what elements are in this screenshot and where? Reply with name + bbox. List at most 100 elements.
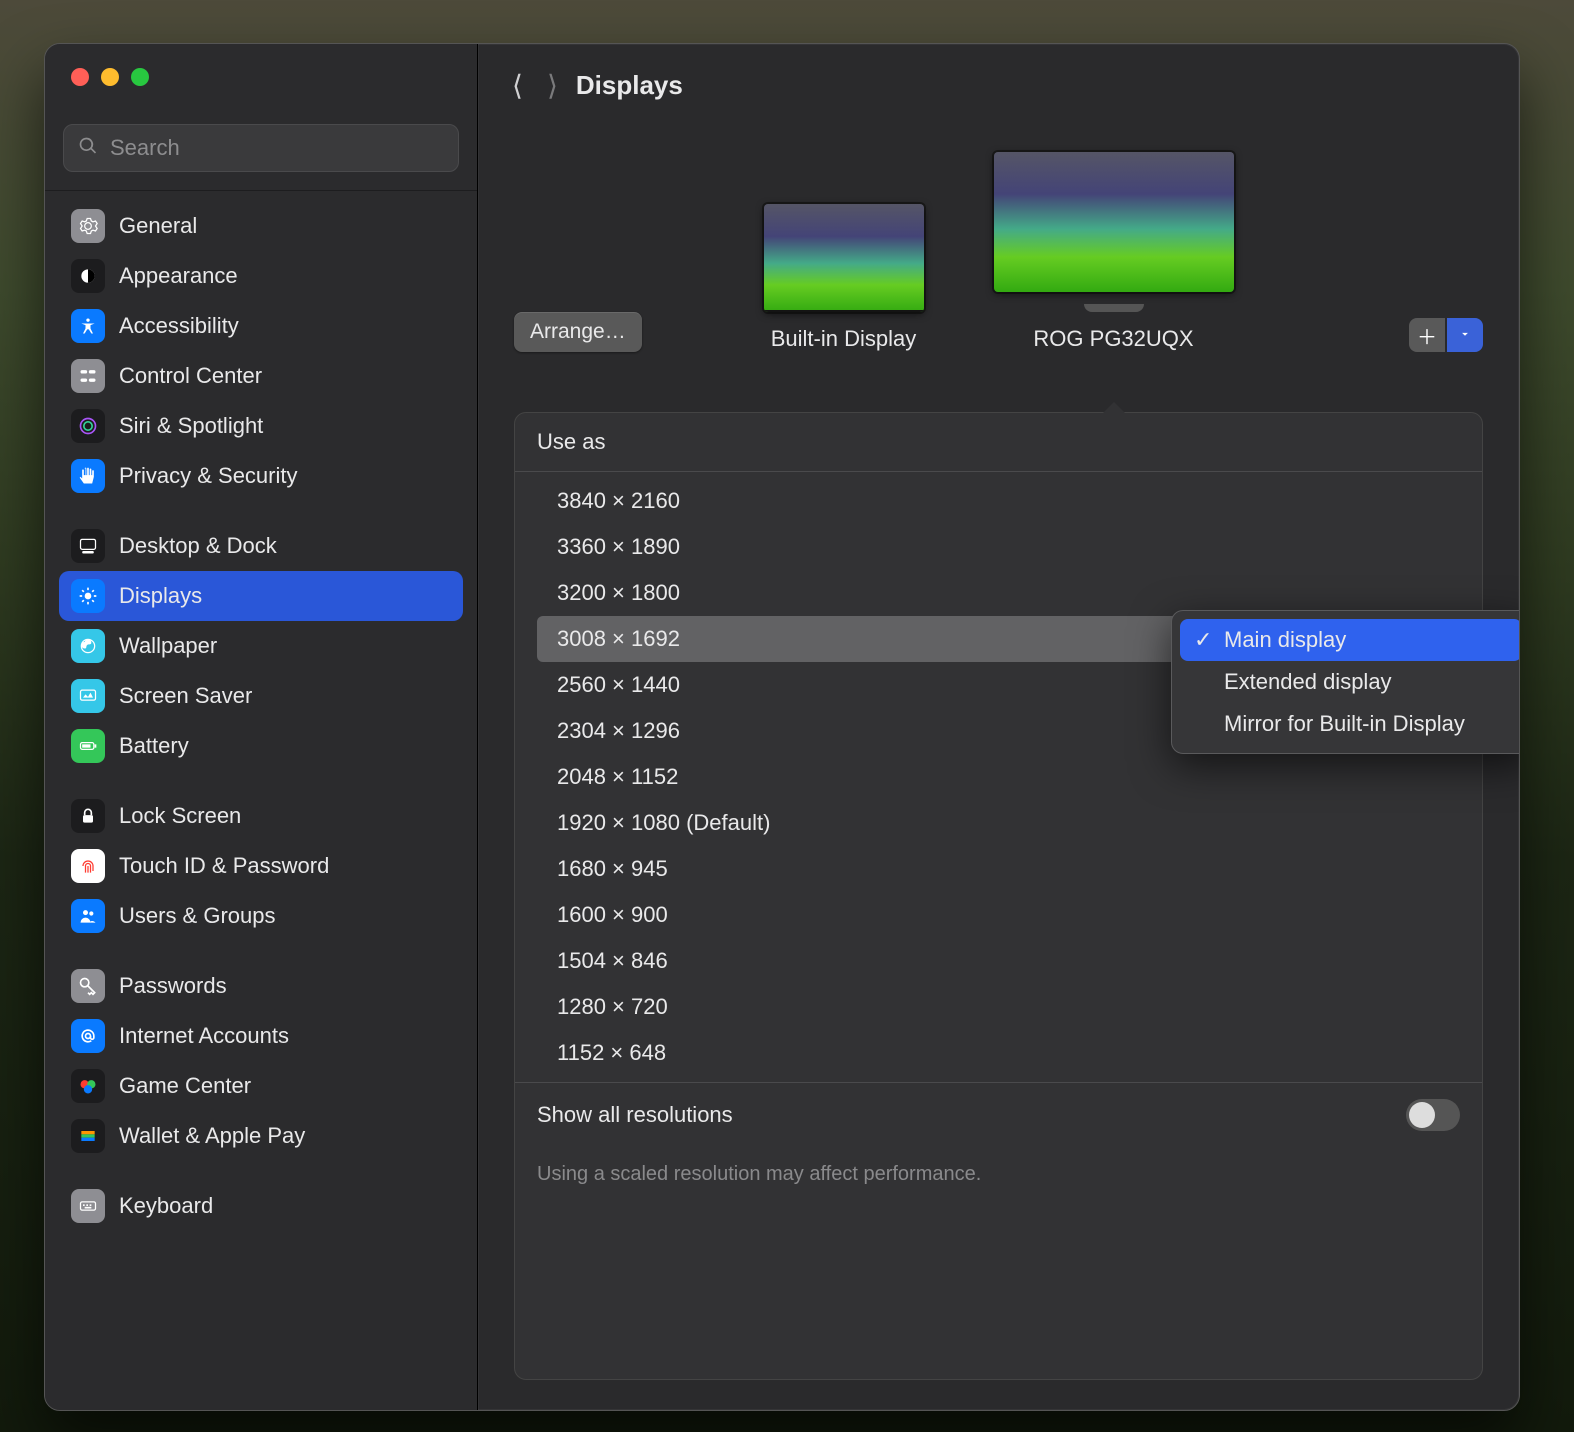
sidebar-item-label: Desktop & Dock [119,533,277,559]
sidebar-item-control-center[interactable]: Control Center [59,351,463,401]
sidebar-item-label: Passwords [119,973,227,999]
use-as-label: Use as [537,429,605,455]
resolution-option[interactable]: 1152 × 648 [537,1030,1460,1076]
system-settings-window: General Appearance Accessibility Control Ce… [44,43,1520,1411]
sidebar-item-battery[interactable]: Battery [59,721,463,771]
resolution-list: 3840 × 21603360 × 18903200 × 18003008 × … [515,472,1482,1082]
chevron-down-icon [1458,324,1472,347]
use-as-menu: ✓ Main display Extended display Mirror for … [1171,610,1519,754]
minimize-button[interactable] [101,68,119,86]
sidebar-item-general[interactable]: General [59,201,463,251]
sidebar-item-passwords[interactable]: Passwords [59,961,463,1011]
content-inner: Arrange… Built-in Display ROG PG32UQX ＋ [478,122,1519,1410]
add-display-menu-button[interactable] [1447,318,1483,352]
forward-button[interactable]: ⟩ [547,69,558,102]
sidebar-item-label: Lock Screen [119,803,241,829]
back-button[interactable]: ⟨ [512,69,523,102]
sidebar-item-touch-id-password[interactable]: Touch ID & Password [59,841,463,891]
sidebar-item-displays[interactable]: Displays [59,571,463,621]
sidebar-item-appearance[interactable]: Appearance [59,251,463,301]
sidebar-item-screen-saver[interactable]: Screen Saver [59,671,463,721]
check-icon: ✓ [1194,627,1214,653]
close-button[interactable] [71,68,89,86]
resolution-option[interactable]: 1920 × 1080 (Default) [537,800,1460,846]
display-settings-panel: Use as 3840 × 21603360 × 18903200 × 1800… [514,412,1483,1380]
resolution-option[interactable]: 2048 × 1152 [537,754,1460,800]
use-as-option-label: Mirror for Built-in Display [1224,711,1465,737]
sidebar-item-siri-spotlight[interactable]: Siri & Spotlight [59,401,463,451]
screensaver-icon [71,679,105,713]
search-icon [78,136,98,161]
sidebar-item-users-groups[interactable]: Users & Groups [59,891,463,941]
sidebar-item-accessibility[interactable]: Accessibility [59,301,463,351]
sidebar-item-label: Wallet & Apple Pay [119,1123,305,1149]
display-label: Built-in Display [771,326,917,352]
search-wrap [45,104,477,191]
sidebar-item-label: Wallpaper [119,633,217,659]
sidebar-item-lock-screen[interactable]: Lock Screen [59,791,463,841]
display-pair: Built-in Display ROG PG32UQX [514,152,1483,352]
sidebar-item-label: Touch ID & Password [119,853,329,879]
battery-icon [71,729,105,763]
display-label: ROG PG32UQX [1033,326,1193,352]
gear-icon [71,209,105,243]
monitor-icon [994,152,1234,292]
add-display-button[interactable]: ＋ [1409,318,1445,352]
sidebar-item-label: Battery [119,733,189,759]
sidebar-item-desktop-dock[interactable]: Desktop & Dock [59,521,463,571]
use-as-option-label: Main display [1224,627,1346,653]
resolution-option[interactable]: 1600 × 900 [537,892,1460,938]
sidebar-item-label: Game Center [119,1073,251,1099]
hand-icon [71,459,105,493]
sidebar-item-label: Users & Groups [119,903,276,929]
sidebar-item-internet-accounts[interactable]: Internet Accounts [59,1011,463,1061]
users-icon [71,899,105,933]
use-as-row[interactable]: Use as [515,413,1482,472]
arrange-button[interactable]: Arrange… [514,312,642,352]
sidebar-item-wallpaper[interactable]: Wallpaper [59,621,463,671]
zoom-button[interactable] [131,68,149,86]
plus-icon: ＋ [1417,321,1437,350]
monitor-stand [1084,304,1144,312]
control-center-icon [71,359,105,393]
use-as-option[interactable]: ✓ Main display [1180,619,1519,661]
sidebar-item-label: Screen Saver [119,683,252,709]
use-as-option[interactable]: Extended display [1180,661,1519,703]
nav-arrows: ⟨ ⟩ [512,69,558,102]
use-as-option-label: Extended display [1224,669,1392,695]
sidebar: General Appearance Accessibility Control Ce… [45,44,478,1410]
search-field[interactable] [63,124,459,172]
header: ⟨ ⟩ Displays [478,44,1519,122]
show-all-resolutions-row: Show all resolutions [515,1082,1482,1147]
keyboard-icon [71,1189,105,1223]
displays-icon [71,579,105,613]
show-all-label: Show all resolutions [537,1102,733,1128]
sidebar-item-game-center[interactable]: Game Center [59,1061,463,1111]
window-controls [45,44,477,104]
key-icon [71,969,105,1003]
display-builtin[interactable]: Built-in Display [764,204,924,352]
resolution-option[interactable]: 1280 × 720 [537,984,1460,1030]
add-display-buttons: ＋ [1409,318,1483,352]
sidebar-item-keyboard[interactable]: Keyboard [59,1181,463,1231]
sidebar-item-label: Privacy & Security [119,463,298,489]
sidebar-item-label: Appearance [119,263,238,289]
use-as-option[interactable]: Mirror for Built-in Display [1180,703,1519,745]
display-external[interactable]: ROG PG32UQX [994,152,1234,352]
sidebar-item-label: Internet Accounts [119,1023,289,1049]
page-title: Displays [576,70,683,101]
resolution-option[interactable]: 1504 × 846 [537,938,1460,984]
show-all-toggle[interactable] [1406,1099,1460,1131]
dock-icon [71,529,105,563]
resolution-option[interactable]: 3840 × 2160 [537,478,1460,524]
sidebar-item-label: General [119,213,197,239]
sidebar-item-label: Displays [119,583,202,609]
sidebar-item-label: Accessibility [119,313,239,339]
resolution-option[interactable]: 3360 × 1890 [537,524,1460,570]
sidebar-item-privacy-security[interactable]: Privacy & Security [59,451,463,501]
sidebar-list: General Appearance Accessibility Control Ce… [45,191,477,1410]
at-icon [71,1019,105,1053]
resolution-option[interactable]: 1680 × 945 [537,846,1460,892]
search-input[interactable] [108,134,444,162]
sidebar-item-wallet-apple-pay[interactable]: Wallet & Apple Pay [59,1111,463,1161]
